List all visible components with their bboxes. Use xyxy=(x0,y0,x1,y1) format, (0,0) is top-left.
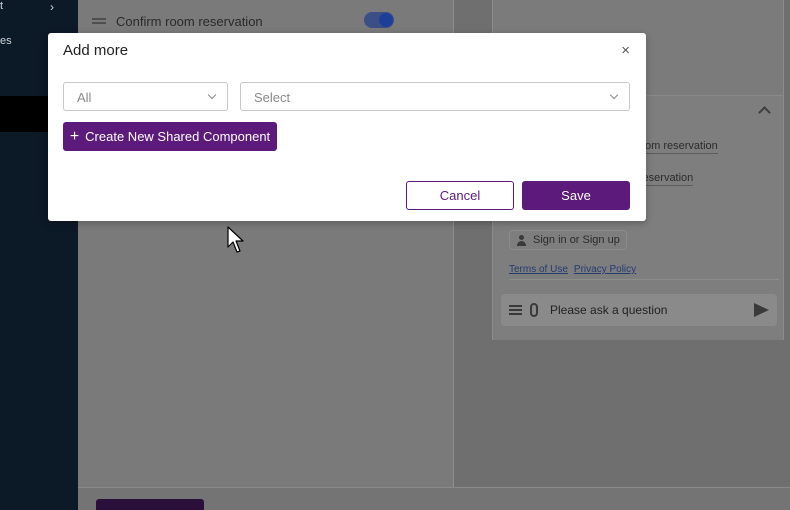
chat-input[interactable]: Please ask a question xyxy=(550,303,754,317)
mouse-cursor-icon xyxy=(227,226,244,253)
create-shared-component-button[interactable]: + Create New Shared Component xyxy=(63,122,277,151)
sidebar-item-text: t xyxy=(0,0,4,12)
task-label: Confirm room reservation xyxy=(116,13,263,29)
chevron-down-icon xyxy=(609,90,619,100)
sidebar-item-text: es xyxy=(0,35,12,47)
chat-composer: Please ask a question xyxy=(501,294,777,326)
add-more-dialog: Add more × All Select + Create New Share… xyxy=(48,33,646,221)
footer-bar xyxy=(78,487,790,510)
save-button[interactable]: Save xyxy=(522,181,630,210)
component-select[interactable]: Select xyxy=(240,82,630,111)
chevron-up-icon[interactable] xyxy=(758,106,771,119)
sign-in-label: Sign in or Sign up xyxy=(533,234,620,246)
legal-links: Terms of Use Privacy Policy xyxy=(509,264,779,280)
close-icon[interactable]: × xyxy=(621,42,630,59)
sign-in-button[interactable]: Sign in or Sign up xyxy=(509,230,627,250)
toggle-knob xyxy=(379,13,393,27)
chevron-down-icon xyxy=(207,90,217,100)
privacy-link[interactable]: Privacy Policy xyxy=(574,264,636,275)
create-shared-component-label: Create New Shared Component xyxy=(85,129,271,144)
footer-button[interactable] xyxy=(96,499,204,510)
filter-select[interactable]: All xyxy=(63,82,228,111)
paperclip-icon[interactable] xyxy=(530,303,538,317)
component-select-value: Select xyxy=(254,90,291,105)
task-row[interactable]: Confirm room reservation xyxy=(92,10,402,32)
terms-link[interactable]: Terms of Use xyxy=(509,264,568,275)
plus-icon: + xyxy=(69,127,80,145)
send-icon[interactable] xyxy=(754,303,769,317)
cancel-button[interactable]: Cancel xyxy=(406,181,514,210)
dialog-title: Add more xyxy=(63,42,129,59)
task-toggle[interactable] xyxy=(364,12,394,28)
filter-select-value: All xyxy=(77,90,92,105)
user-icon xyxy=(516,234,527,246)
drag-handle-icon[interactable] xyxy=(92,18,106,24)
menu-icon[interactable] xyxy=(509,305,522,315)
chevron-right-icon[interactable]: › xyxy=(50,0,54,14)
